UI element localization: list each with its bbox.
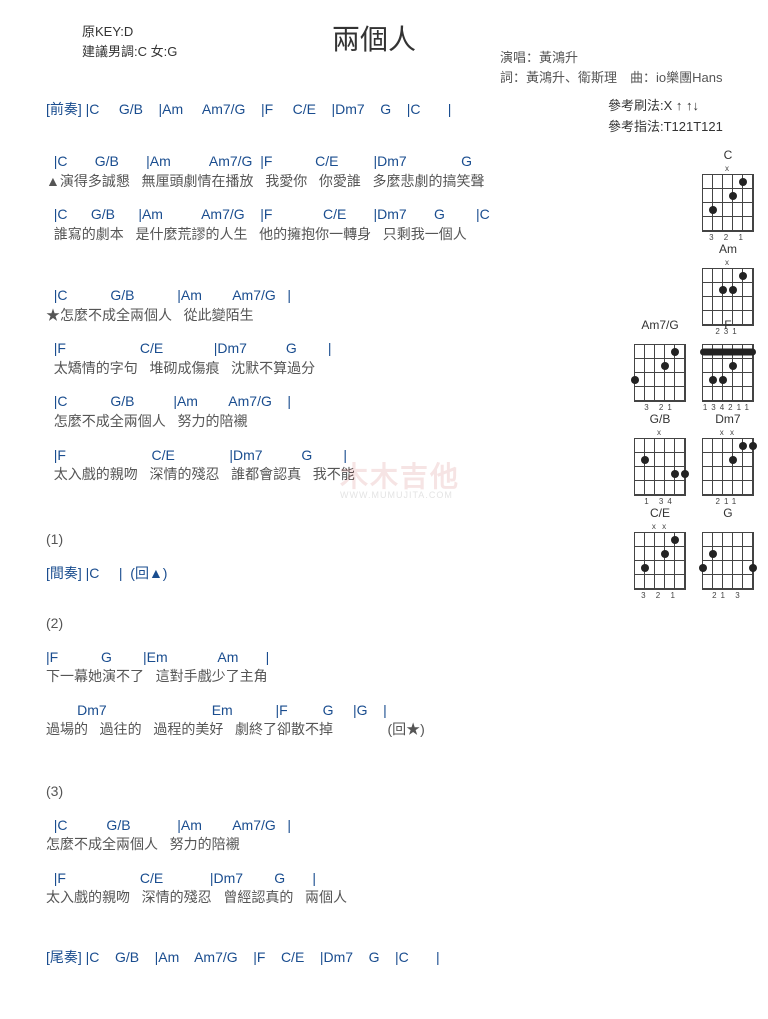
chord-diagram-ce: C/E x x 3 2 1: [632, 506, 688, 600]
key-suggest: 建議男調:C 女:G: [82, 42, 177, 62]
chorus-chords-2: |F C/E |Dm7 G |: [46, 339, 355, 359]
s2-chords-2: Dm7 Em |F G |G |: [46, 701, 425, 721]
finger-pattern: 參考指法:T121T121: [608, 117, 723, 138]
chord-diagram-f: F 134211: [700, 318, 756, 412]
interlude-chords: |C | (回▲): [82, 565, 168, 581]
chorus-lyrics-2: 太矯情的字句 堆砌成傷痕 沈默不算過分: [46, 359, 355, 379]
chord-label-c: C: [700, 148, 756, 162]
intro-label: [前奏]: [46, 101, 82, 117]
chord-marker-x: x: [700, 164, 756, 173]
writer-credit: 詞：黃鴻升、衛斯理 曲：io樂團Hans: [500, 68, 722, 88]
watermark-logo: 木木吉他: [340, 455, 460, 495]
chorus-chords-4: |F C/E |Dm7 G |: [46, 446, 355, 466]
chord-diagram-gb: G/B x 1 34: [632, 412, 688, 506]
chord-diagram-dm7: Dm7 x x 211: [700, 412, 756, 506]
s3-chords-1: |C G/B |Am Am7/G |: [46, 816, 347, 836]
chord-marker-xx: x x: [632, 522, 688, 531]
chorus-chords-1: |C G/B |Am Am7/G |: [46, 286, 355, 306]
s2-lyrics-1: 下一幕她演不了 這對手戲少了主角: [46, 667, 425, 687]
chorus-lyrics-4: 太入戲的親吻 深情的殘忍 誰都會認真 我不能: [46, 465, 355, 485]
chord-label-am: Am: [700, 242, 756, 256]
song-title: 兩個人: [332, 18, 416, 58]
singer-credit: 演唱：黃鴻升: [500, 48, 722, 68]
watermark-url: WWW.MUMUJITA.COM: [340, 490, 453, 500]
key-label: 原KEY:D: [82, 22, 177, 42]
outro-label: [尾奏]: [46, 949, 82, 965]
section1-num: (1): [46, 530, 167, 550]
s3-chords-2: |F C/E |Dm7 G |: [46, 869, 347, 889]
chord-diagram-c: C x 3 2 1: [700, 148, 756, 242]
chord-label-gb: G/B: [632, 412, 688, 426]
chord-label-ce: C/E: [632, 506, 688, 520]
section2-num: (2): [46, 614, 425, 634]
chord-label-f: F: [700, 318, 756, 332]
s3-lyrics-2: 太入戲的親吻 深情的殘忍 曾經認真的 兩個人: [46, 888, 347, 908]
chord-marker-x: x: [632, 428, 688, 437]
verse-lyrics-1: ▲演得多誠懇 無厘頭劇情在播放 我愛你 你愛誰 多麼悲劇的搞笑聲: [46, 172, 490, 192]
chorus-lyrics-3: 怎麼不成全兩個人 努力的陪襯: [46, 412, 355, 432]
section3-num: (3): [46, 782, 347, 802]
s2-lyrics-2: 過場的 過往的 過程的美好 劇終了卻散不掉 (回★): [46, 720, 425, 740]
chord-marker-x: x: [700, 258, 756, 267]
s3-lyrics-1: 怎麼不成全兩個人 努力的陪襯: [46, 835, 347, 855]
chord-label-g: G: [700, 506, 756, 520]
chorus-lyrics-1: ★怎麼不成全兩個人 從此變陌生: [46, 306, 355, 326]
verse-chords-1: |C G/B |Am Am7/G |F C/E |Dm7 G: [46, 152, 490, 172]
interlude-label: [間奏]: [46, 565, 82, 581]
chord-label-am7g: Am7/G: [632, 318, 688, 332]
chorus-chords-3: |C G/B |Am Am7/G |: [46, 392, 355, 412]
verse-lyrics-2: 誰寫的劇本 是什麼荒謬的人生 他的擁抱你一轉身 只剩我一個人: [46, 225, 490, 245]
outro-chords: |C G/B |Am Am7/G |F C/E |Dm7 G |C |: [82, 949, 440, 965]
s2-chords-1: |F G |Em Am |: [46, 648, 425, 668]
chord-marker-xx: x x: [700, 428, 756, 437]
strum-pattern: 參考刷法:X ↑ ↑↓: [608, 96, 723, 117]
chord-label-dm7: Dm7: [700, 412, 756, 426]
intro-chords: |C G/B |Am Am7/G |F C/E |Dm7 G |C |: [82, 101, 452, 117]
chord-diagram-g: G 21 3: [700, 506, 756, 600]
chord-diagram-am7g: Am7/G 3 21: [632, 318, 688, 412]
verse-chords-2: |C G/B |Am Am7/G |F C/E |Dm7 G |C: [46, 205, 490, 225]
